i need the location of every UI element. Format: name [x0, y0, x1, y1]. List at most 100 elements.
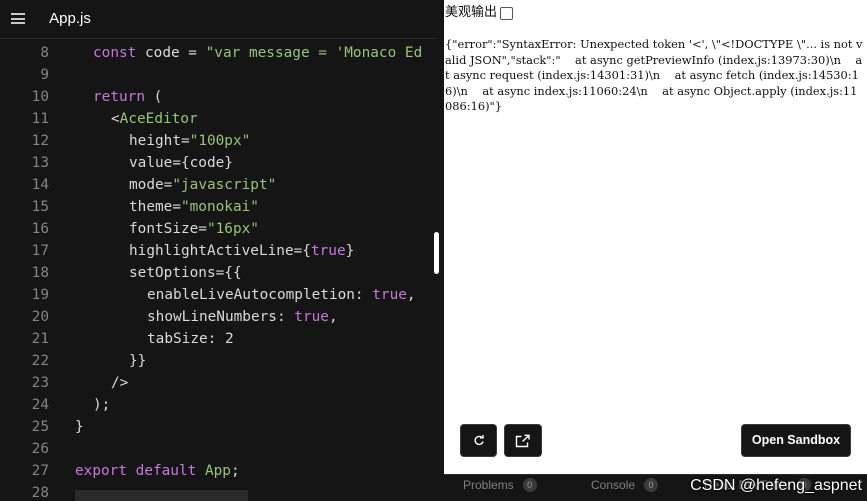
code-token: "var message = 'Monaco Ed [205, 45, 423, 61]
line-number: 9 [40, 67, 49, 83]
open-sandbox-button[interactable]: Open Sandbox [741, 424, 851, 457]
line-number: 18 [31, 265, 49, 281]
code-token: value={code} [129, 155, 233, 171]
code-text: setOptions={{ [129, 262, 242, 284]
code-token: } [75, 419, 84, 435]
tab-console-label: Console [591, 478, 636, 492]
code-token: setOptions={{ [129, 265, 242, 281]
code-token: "16px" [206, 221, 259, 237]
code-token: ; [230, 463, 240, 479]
active-line-highlight [75, 490, 248, 501]
line-number: 24 [31, 397, 49, 413]
code-line[interactable]: 11 <AceEditor [0, 108, 436, 130]
line-number: 14 [31, 177, 49, 193]
code-line[interactable]: 8 const code = "var message = 'Monaco Ed [0, 42, 436, 64]
line-number: 28 [31, 485, 49, 501]
code-text: <AceEditor [111, 108, 198, 130]
code-line[interactable]: 13 value={code} [0, 152, 436, 174]
code-line[interactable]: 14 mode="javascript" [0, 174, 436, 196]
code-line[interactable]: 9 [0, 64, 436, 86]
tab-problems[interactable]: Problems 0 [463, 475, 537, 501]
code-text: height="100px" [129, 130, 250, 152]
code-line[interactable]: 24); [0, 394, 436, 416]
code-text: return ( [93, 86, 162, 108]
code-token: "monokai" [180, 199, 259, 215]
code-text: } [75, 416, 84, 438]
code-text: fontSize="16px" [129, 218, 259, 240]
code-line[interactable]: 12 height="100px" [0, 130, 436, 152]
line-number: 19 [31, 287, 49, 303]
code-token: enableLiveAutocompletion: [147, 287, 373, 303]
console-count-badge: 0 [644, 478, 659, 492]
code-token: < [111, 111, 120, 127]
code-token: App [204, 463, 231, 479]
code-text: const code = "var message = 'Monaco Ed [93, 42, 422, 64]
code-text: /> [111, 372, 128, 394]
code-line[interactable]: 25} [0, 416, 436, 438]
code-line[interactable]: 16 fontSize="16px" [0, 218, 436, 240]
code-token: highlightActiveLine={ [129, 243, 311, 259]
code-line[interactable]: 15 theme="monokai" [0, 196, 436, 218]
line-number: 21 [31, 331, 49, 347]
error-output-text: {"error":"SyntaxError: Unexpected token … [445, 37, 863, 113]
line-number: 15 [31, 199, 49, 215]
code-token: mode= [129, 177, 173, 193]
code-line[interactable]: 19 enableLiveAutocompletion: true, [0, 284, 436, 306]
tab-console[interactable]: Console 0 [591, 475, 659, 501]
code-text: highlightActiveLine={true} [129, 240, 354, 262]
preview-panel: 美观输出 {"error":"SyntaxError: Unexpected t… [444, 0, 867, 474]
hamburger-menu-icon[interactable] [11, 13, 25, 24]
code-token: ( [144, 89, 163, 105]
code-text: enableLiveAutocompletion: true, [147, 284, 416, 306]
line-number: 25 [31, 419, 49, 435]
code-token: AceEditor [119, 111, 198, 127]
code-token: "100px" [189, 133, 251, 149]
tab-app-js[interactable]: App.js [36, 0, 104, 38]
code-token: , [406, 287, 416, 303]
code-token: 2 [224, 331, 234, 347]
line-number: 12 [31, 133, 49, 149]
code-line[interactable]: 18 setOptions={{ [0, 262, 436, 284]
code-token: true [294, 309, 329, 325]
code-token: /> [111, 375, 129, 391]
code-text: mode="javascript" [129, 174, 276, 196]
line-number: 22 [31, 353, 49, 369]
pretty-output-label: 美观输出 [445, 5, 498, 20]
code-token: return [93, 89, 145, 105]
code-area[interactable]: 8 const code = "var message = 'Monaco Ed 9… [0, 42, 436, 501]
code-line[interactable]: 27 export default App; [0, 460, 436, 482]
code-token: "javascript" [172, 177, 277, 193]
code-text: ); [93, 394, 110, 416]
line-number: 23 [31, 375, 49, 391]
code-line[interactable]: 23 /> [0, 372, 436, 394]
pretty-output-checkbox[interactable] [500, 6, 514, 20]
pretty-output-toggle[interactable]: 美观输出 [445, 5, 514, 21]
code-line[interactable]: 22}} [0, 350, 436, 372]
resize-handle[interactable] [434, 232, 439, 274]
code-token: theme= [129, 199, 181, 215]
code-text: }} [129, 350, 146, 372]
refresh-button[interactable] [460, 424, 497, 457]
code-token: export [75, 463, 127, 479]
code-line[interactable]: 17 highlightActiveLine={true} [0, 240, 436, 262]
code-line[interactable]: 20 showLineNumbers: true, [0, 306, 436, 328]
open-external-button[interactable] [504, 424, 542, 457]
code-line[interactable]: 26 [0, 438, 436, 460]
code-token: height= [129, 133, 190, 149]
code-line[interactable]: 10 return ( [0, 86, 436, 108]
code-token: , [328, 309, 338, 325]
code-text: value={code} [129, 152, 233, 174]
code-token: }} [129, 353, 147, 369]
open-external-icon [515, 434, 530, 447]
line-number: 10 [31, 89, 49, 105]
problems-count-badge: 0 [522, 478, 537, 492]
code-line[interactable]: 21 tabSize: 2 [0, 328, 436, 350]
code-token: true [310, 243, 346, 259]
code-text: tabSize: 2 [147, 328, 234, 350]
code-token: true [372, 287, 407, 303]
code-text: showLineNumbers: true, [147, 306, 338, 328]
editor-tab-bar: App.js [0, 0, 436, 39]
code-token: code = [136, 45, 206, 61]
